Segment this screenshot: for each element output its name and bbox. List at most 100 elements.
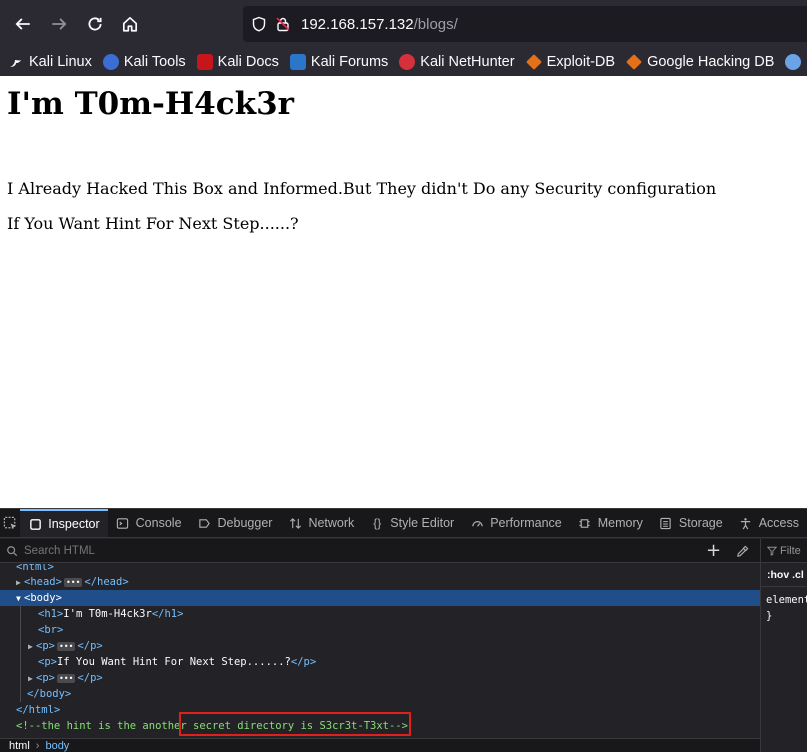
home-icon [122,16,138,32]
tab-memory[interactable]: Memory [570,509,651,537]
bookmark-kali-nethunter[interactable]: Kali NetHunter [399,54,515,70]
tree-row-p-2[interactable]: ▶ <p> ••• </p> [0,670,760,686]
url-host: 192.168.157.132 [301,15,414,33]
collapse-arrow-icon[interactable]: ▼ [16,591,24,607]
tab-accessibility[interactable]: Access [731,509,807,537]
expand-arrow-icon[interactable]: ▶ [28,671,36,687]
page-paragraph-1: I Already Hacked This Box and Informed.B… [7,179,717,198]
tag-p-close: </p> [77,640,103,652]
breadcrumb-item-html[interactable]: html [9,740,30,752]
bookmark-label: Kali Docs [217,54,279,70]
bookmark-exploit-db[interactable]: Exploit-DB [525,54,615,70]
tab-label: Performance [490,516,562,530]
insecure-lock-icon[interactable] [275,16,291,32]
tag-head-open: <head> [24,576,62,588]
tag-br: <br> [38,624,64,636]
tree-row-body-close[interactable]: </body> [0,686,760,702]
inspector-icon [28,517,42,531]
bookmark-overflow[interactable] [785,54,806,70]
tag-html-close: </html> [16,704,61,716]
collapsed-content-badge[interactable]: ••• [56,673,76,683]
bookmark-kali-linux[interactable]: Kali Linux [8,54,92,70]
search-html-input[interactable] [24,544,624,557]
url-path: /blogs/ [413,15,458,33]
tab-label: Debugger [217,516,273,530]
filter-placeholder: Filte [780,544,801,557]
tree-row-head[interactable]: ▶ <head> ••• </head> [0,574,760,590]
kali-docs-icon [196,54,213,70]
tag-p-close: </p> [77,672,103,684]
home-button[interactable] [112,6,148,42]
hov-toggle: :hov .cl [767,568,804,581]
bookmarks-bar: Kali Linux Kali Tools Kali Docs Kali For… [0,48,807,76]
debugger-icon [198,516,212,530]
tree-row-p-1[interactable]: ▶ <p> ••• </p> [0,638,760,654]
tab-label: Memory [597,516,643,530]
tab-label: Inspector [48,517,100,531]
tree-row-body[interactable]: ▼ <body> [0,590,760,606]
forward-button[interactable] [41,6,77,42]
chevron-right-icon: › [35,740,40,752]
storage-icon [659,516,673,530]
element-picker-icon [3,516,16,529]
bookmark-kali-forums[interactable]: Kali Forums [289,54,388,70]
tab-console[interactable]: Console [108,509,190,537]
tree-row-br[interactable]: <br> [0,622,760,638]
tab-debugger[interactable]: Debugger [190,509,281,537]
bookmark-label: Google Hacking DB [647,54,775,70]
collapsed-content-badge[interactable]: ••• [56,641,76,651]
tag-body-open: <body> [24,592,62,604]
tab-network[interactable]: Network [280,509,362,537]
bookmark-google-hacking-db[interactable]: Google Hacking DB [626,54,774,70]
address-bar[interactable]: 192.168.157.132/blogs/ [243,6,807,42]
tree-row-p-hint[interactable]: <p>If You Want Hint For Next Step......?… [0,654,760,670]
element-picker-button[interactable] [0,509,20,537]
tab-label: Access [758,516,799,530]
breadcrumb: html › body [0,738,760,752]
web-page: I'm T0m-H4ck3r I Already Hacked This Box… [0,76,807,508]
element-rule-close: } [766,610,773,622]
eyedropper-icon[interactable] [736,543,749,562]
back-button[interactable] [5,6,41,42]
bookmark-label: Kali Tools [123,54,186,70]
expand-arrow-icon[interactable]: ▶ [28,639,36,655]
p-hint-text-node: If You Want Hint For Next Step......? [56,656,291,668]
url-text[interactable]: 192.168.157.132/blogs/ [301,16,458,33]
console-icon [116,516,130,530]
pseudo-class-toggles[interactable]: :hov .cl [761,563,807,587]
memory-icon [578,516,592,530]
tab-label: Storage [678,516,723,530]
html-search-bar: + [0,539,760,563]
ghdb-icon [626,54,642,70]
network-icon [288,516,302,530]
tab-performance[interactable]: Performance [462,509,570,537]
kali-tools-icon [102,54,119,70]
devtools-tabbar: Inspector Console Debugger Network {} St… [0,509,807,538]
back-arrow-icon [15,18,30,30]
breadcrumb-item-body[interactable]: body [45,740,69,752]
exploitdb-icon [525,54,542,70]
shield-icon[interactable] [251,16,267,32]
bookmark-kali-docs[interactable]: Kali Docs [196,54,279,70]
tree-row-h1[interactable]: <h1>I'm T0m-H4ck3r</h1> [0,606,760,622]
page-paragraph-2: If You Want Hint For Next Step......? [7,214,299,233]
bookmark-kali-tools[interactable]: Kali Tools [102,54,186,70]
page-heading: I'm T0m-H4ck3r [7,86,295,122]
tab-inspector[interactable]: Inspector [20,509,108,537]
reload-button[interactable] [77,6,113,42]
tag-p-open: <p> [36,640,55,652]
reload-icon [88,17,102,31]
filter-icon [767,546,777,556]
rules-sidebar: Filte :hov .cl element } [760,539,807,752]
expand-arrow-icon[interactable]: ▶ [16,575,24,591]
tag-html-open: <html> [16,564,54,573]
add-node-button[interactable]: + [706,542,721,560]
nethunter-icon [399,54,416,70]
tab-style-editor[interactable]: {} Style Editor [362,509,462,537]
globe-icon [785,54,802,70]
tag-p-open: <p> [38,656,57,668]
rules-filter[interactable]: Filte [761,539,807,563]
tab-storage[interactable]: Storage [651,509,731,537]
performance-icon [470,516,484,530]
collapsed-content-badge[interactable]: ••• [63,577,83,587]
